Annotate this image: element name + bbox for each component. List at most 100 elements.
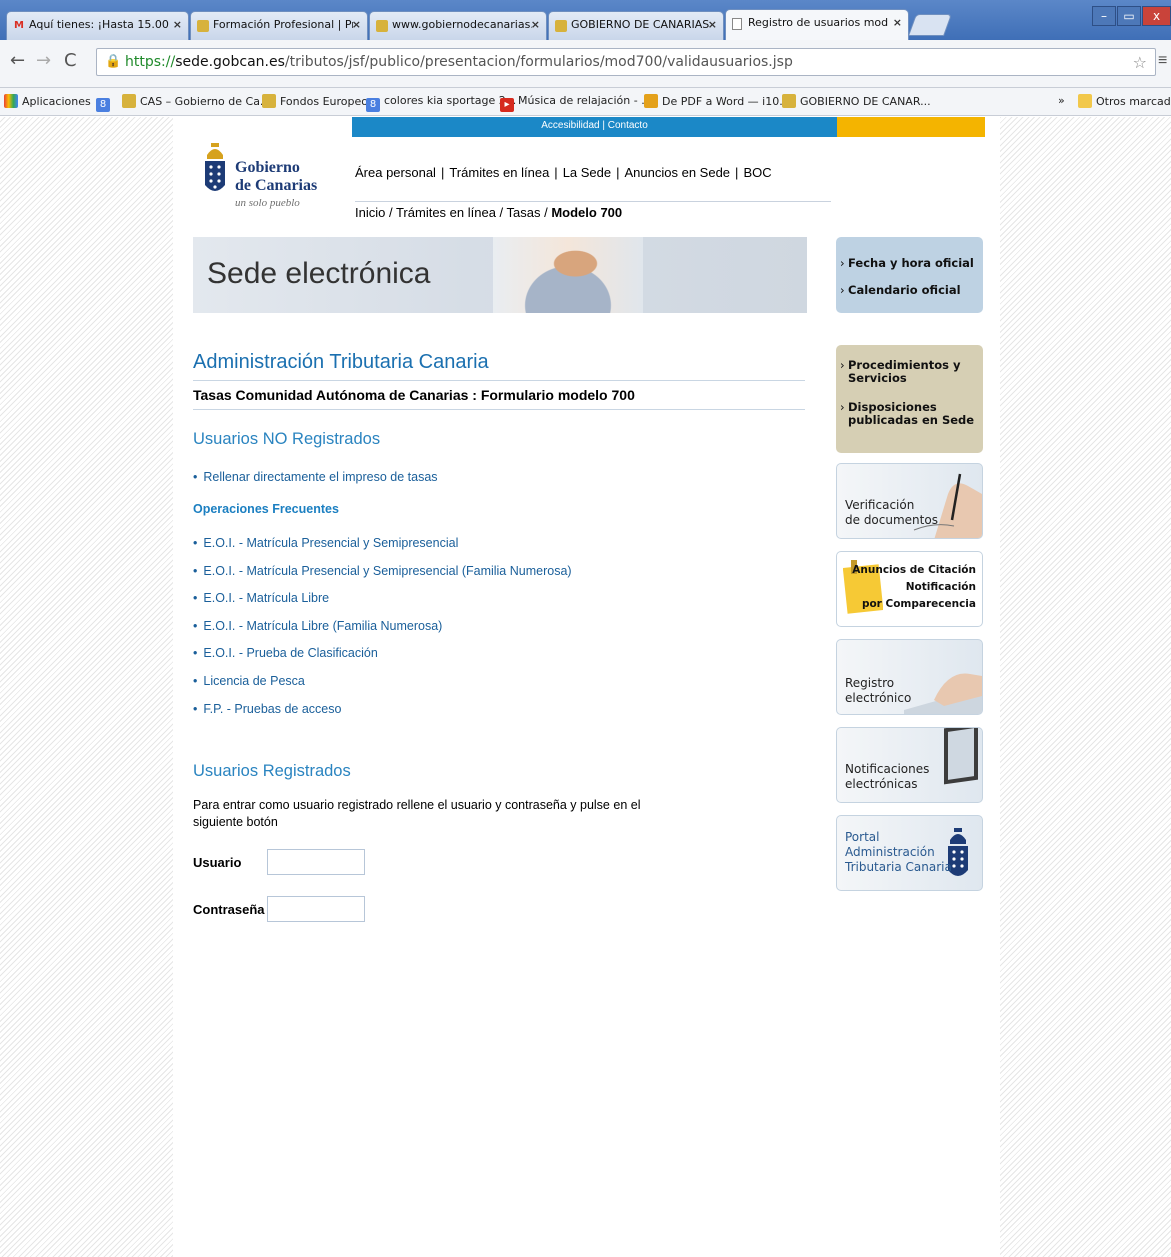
tile-line: electrónicas: [845, 777, 918, 791]
browser-tab[interactable]: www.gobiernodecanarias.or ×: [369, 11, 547, 40]
folder-icon: [1078, 94, 1092, 108]
bookmark-item[interactable]: 8: [96, 94, 114, 112]
tile-line: de documentos: [845, 513, 938, 527]
link-disposiciones[interactable]: Disposiciones publicadas en Sede: [836, 401, 983, 427]
accessibility-contact-strip[interactable]: Accesibilidad | Contacto: [352, 117, 837, 137]
user-input[interactable]: [267, 849, 365, 875]
yellow-strip: [837, 117, 985, 137]
bookmark-label: Música de relajación - ...: [518, 94, 652, 107]
new-tab-button[interactable]: [907, 14, 953, 36]
bookmark-item[interactable]: ▸ Música de relajación - ...: [500, 94, 652, 112]
bookmark-item[interactable]: Fondos Europeos: [262, 94, 374, 108]
browser-tab[interactable]: M Aquí tienes: ¡Hasta 15.000€ ×: [6, 11, 189, 40]
close-tab-icon[interactable]: ×: [531, 18, 540, 31]
menu-icon[interactable]: ≡: [1158, 52, 1167, 70]
url-path: /tributos/jsf/publico/presentacion/formu…: [284, 54, 793, 70]
maximize-button[interactable]: ▭: [1117, 6, 1141, 26]
nav-area-personal[interactable]: Área personal: [355, 165, 436, 180]
gobcan-icon: [122, 94, 136, 108]
op-link[interactable]: E.O.I. - Matrícula Libre (Familia Numero…: [193, 619, 442, 633]
tab-title: Formación Profesional | Prue: [213, 18, 353, 31]
tile-anuncios[interactable]: Anuncios de Citación Notificación por Co…: [836, 551, 983, 627]
bookmark-label: colores kia sportage 2...: [384, 94, 517, 107]
tile-portal-atc[interactable]: Portal Administración Tributaria Canaria: [836, 815, 983, 891]
gobcan-icon: [262, 94, 276, 108]
op-link[interactable]: E.O.I. - Prueba de Clasificación: [193, 646, 377, 660]
browser-tab[interactable]: GOBIERNO DE CANARIAS : N ×: [548, 11, 724, 40]
bookmark-label: Aplicaciones: [22, 95, 91, 108]
op-link[interactable]: F.P. - Pruebas de acceso: [193, 702, 341, 716]
tile-registro[interactable]: Registro electrónico: [836, 639, 983, 715]
tile-line: Administración: [845, 845, 935, 859]
logo-line2: de Canarias: [235, 177, 318, 194]
gobierno-crest-icon: [205, 143, 225, 191]
breadcrumb: Inicio / Trámites en línea / Tasas / Mod…: [355, 205, 623, 220]
page-title: Administración Tributaria Canaria: [193, 351, 489, 373]
nav-divider: [355, 201, 831, 202]
tile-line: Notificaciones: [845, 762, 930, 776]
bookmarks-overflow-button[interactable]: »: [1058, 94, 1065, 107]
section-unregistered: Usuarios NO Registrados: [193, 430, 381, 448]
op-link[interactable]: E.O.I. - Matrícula Presencial y Semipres…: [193, 564, 571, 578]
tile-line: Tributaria Canaria: [845, 860, 952, 874]
op-link[interactable]: Licencia de Pesca: [193, 674, 304, 688]
nav-anuncios[interactable]: Anuncios en Sede: [625, 165, 731, 180]
page-content: Accesibilidad | Contacto Gobierno de Can…: [173, 117, 1000, 1257]
browser-tab-active[interactable]: Registro de usuarios modelo ×: [725, 9, 909, 40]
logo-line1: Gobierno: [235, 159, 300, 176]
lock-icon: 🔒: [105, 54, 122, 69]
link-procedimientos[interactable]: Procedimientos y Servicios: [836, 359, 983, 385]
close-tab-icon[interactable]: ×: [708, 18, 717, 31]
breadcrumb-tasas[interactable]: Tasas: [507, 205, 541, 220]
close-tab-icon[interactable]: ×: [352, 18, 361, 31]
bookmark-label: GOBIERNO DE CANAR...: [800, 95, 931, 108]
breadcrumb-inicio[interactable]: Inicio: [355, 205, 385, 220]
breadcrumb-tramites[interactable]: Trámites en línea: [396, 205, 496, 220]
back-icon[interactable]: ←: [10, 50, 25, 71]
forward-icon[interactable]: →: [36, 50, 51, 71]
google-icon: 8: [96, 98, 110, 112]
bookmark-item[interactable]: De PDF a Word — i10...: [644, 94, 790, 108]
minimize-button[interactable]: –: [1092, 6, 1116, 26]
url-bar[interactable]: 🔒 https://sede.gobcan.es/tributos/jsf/pub…: [96, 48, 1156, 76]
reload-icon[interactable]: C: [64, 50, 77, 71]
link-rellenar-impreso[interactable]: Rellenar directamente el impreso de tasa…: [193, 470, 437, 484]
bookmark-star-icon[interactable]: ☆: [1133, 50, 1147, 76]
bookmark-label: CAS – Gobierno de Ca...: [140, 95, 271, 108]
browser-tab[interactable]: Formación Profesional | Prue ×: [190, 11, 368, 40]
nav-tramites[interactable]: Trámites en línea: [449, 165, 549, 180]
url-scheme: https://: [125, 54, 176, 70]
password-input[interactable]: [267, 896, 365, 922]
nav-la-sede[interactable]: La Sede: [563, 165, 611, 180]
close-window-button[interactable]: x: [1142, 6, 1171, 26]
bookmark-label: De PDF a Word — i10...: [662, 95, 790, 108]
link-fecha-hora[interactable]: Fecha y hora oficial: [836, 257, 983, 271]
close-tab-icon[interactable]: ×: [893, 16, 902, 29]
close-tab-icon[interactable]: ×: [173, 18, 182, 31]
bookmark-item[interactable]: 8 colores kia sportage 2...: [366, 94, 516, 112]
top-navigation: Área personal | Trámites en línea | La Sede |…: [355, 165, 772, 180]
url-host: sede.gobcan.es: [175, 54, 285, 70]
gmail-icon: M: [14, 20, 24, 31]
bookmarks-bar: Aplicaciones 8 CAS – Gobierno de Ca... F…: [0, 88, 1171, 116]
tab-title: Aquí tienes: ¡Hasta 15.000€: [29, 18, 169, 31]
bookmark-item[interactable]: GOBIERNO DE CANAR...: [782, 94, 931, 108]
browser-tab-bar: M Aquí tienes: ¡Hasta 15.000€ × Formació…: [0, 0, 1171, 40]
nav-boc[interactable]: BOC: [743, 165, 771, 180]
link-calendario[interactable]: Calendario oficial: [836, 284, 983, 298]
logo-text[interactable]: Gobierno de Canarias: [235, 159, 317, 195]
op-link[interactable]: E.O.I. - Matrícula Libre: [193, 591, 329, 605]
other-bookmarks-folder[interactable]: Otros marcadores: [1078, 94, 1171, 108]
op-link[interactable]: E.O.I. - Matrícula Presencial y Semipres…: [193, 536, 458, 550]
section-registered: Usuarios Registrados: [193, 762, 351, 780]
pdf-icon: [644, 94, 658, 108]
tab-title: www.gobiernodecanarias.or: [392, 18, 532, 31]
tile-notificaciones[interactable]: Notificaciones electrónicas: [836, 727, 983, 803]
tile-verificacion[interactable]: Verificación de documentos: [836, 463, 983, 539]
title-divider: [193, 380, 805, 381]
apps-icon: [4, 94, 18, 108]
bookmark-item[interactable]: Aplicaciones: [4, 94, 91, 108]
registered-instructions: Para entrar como usuario registrado rell…: [193, 798, 641, 829]
bookmark-item[interactable]: CAS – Gobierno de Ca...: [122, 94, 270, 108]
tile-line: Anuncios de Citación: [852, 564, 976, 576]
